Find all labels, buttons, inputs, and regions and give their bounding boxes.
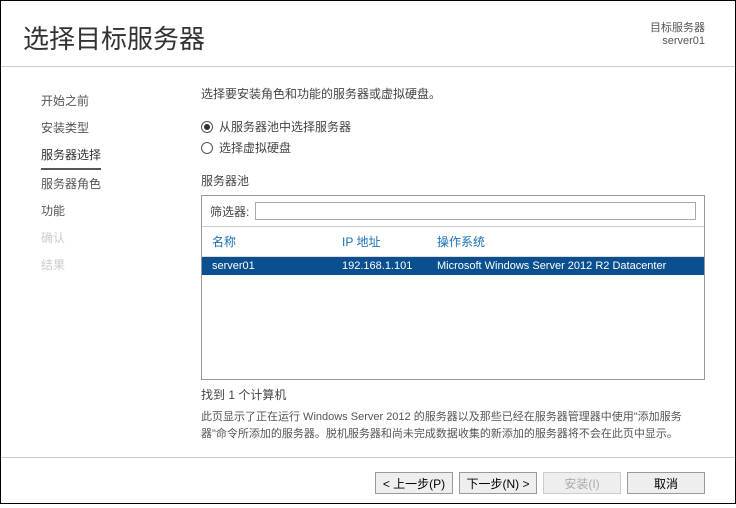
sidebar-step-server-selection[interactable]: 服务器选择 xyxy=(41,141,101,170)
page-description: 此页显示了正在运行 Windows Server 2012 的服务器以及那些已经… xyxy=(201,409,705,442)
wizard-sidebar: 开始之前 安装类型 服务器选择 服务器角色 功能 确认 结果 xyxy=(1,67,166,457)
computer-count: 找到 1 个计算机 xyxy=(201,386,705,403)
cell-os: Microsoft Windows Server 2012 R2 Datacen… xyxy=(437,260,694,272)
sidebar-step-server-roles[interactable]: 服务器角色 xyxy=(41,170,154,197)
server-pool-box: 筛选器: 名称 IP 地址 操作系统 server01 192.168.1.10… xyxy=(201,195,705,380)
previous-button[interactable]: < 上一步(P) xyxy=(375,472,453,494)
destination-label: 目标服务器 xyxy=(650,19,705,35)
destination-server-block: 目标服务器 server01 xyxy=(650,19,705,56)
sidebar-step-results: 结果 xyxy=(41,251,154,278)
server-pool-label: 服务器池 xyxy=(201,172,705,189)
page-title: 选择目标服务器 xyxy=(23,19,205,56)
cell-ip: 192.168.1.101 xyxy=(342,260,437,272)
radio-row-vhd[interactable]: 选择虚拟硬盘 xyxy=(201,137,705,158)
cancel-button[interactable]: 取消 xyxy=(627,472,705,494)
filter-label: 筛选器: xyxy=(210,203,249,220)
install-button: 安装(I) xyxy=(543,472,621,494)
radio-label-vhd: 选择虚拟硬盘 xyxy=(219,139,291,156)
selection-radio-group: 从服务器池中选择服务器 选择虚拟硬盘 xyxy=(201,116,705,158)
instruction-text: 选择要安装角色和功能的服务器或虚拟硬盘。 xyxy=(201,85,705,102)
next-button[interactable]: 下一步(N) > xyxy=(459,472,537,494)
wizard-header: 选择目标服务器 目标服务器 server01 xyxy=(1,1,735,67)
table-row[interactable]: server01 192.168.1.101 Microsoft Windows… xyxy=(202,257,704,275)
column-header-os[interactable]: 操作系统 xyxy=(437,233,694,250)
sidebar-step-features[interactable]: 功能 xyxy=(41,197,154,224)
radio-row-pool[interactable]: 从服务器池中选择服务器 xyxy=(201,116,705,137)
server-table-header: 名称 IP 地址 操作系统 xyxy=(202,227,704,257)
filter-input[interactable] xyxy=(255,202,696,220)
column-header-ip[interactable]: IP 地址 xyxy=(342,233,437,250)
radio-button-icon xyxy=(201,142,213,154)
column-header-name[interactable]: 名称 xyxy=(212,233,342,250)
sidebar-step-installation-type[interactable]: 安装类型 xyxy=(41,114,154,141)
wizard-main: 选择要安装角色和功能的服务器或虚拟硬盘。 从服务器池中选择服务器 选择虚拟硬盘 … xyxy=(166,67,735,457)
radio-label-pool: 从服务器池中选择服务器 xyxy=(219,118,351,135)
wizard-footer: < 上一步(P) 下一步(N) > 安装(I) 取消 xyxy=(1,457,735,508)
destination-value: server01 xyxy=(650,35,705,47)
radio-button-icon xyxy=(201,121,213,133)
cell-name: server01 xyxy=(212,260,342,272)
filter-row: 筛选器: xyxy=(202,196,704,227)
sidebar-step-confirmation: 确认 xyxy=(41,224,154,251)
sidebar-step-before-you-begin[interactable]: 开始之前 xyxy=(41,87,154,114)
